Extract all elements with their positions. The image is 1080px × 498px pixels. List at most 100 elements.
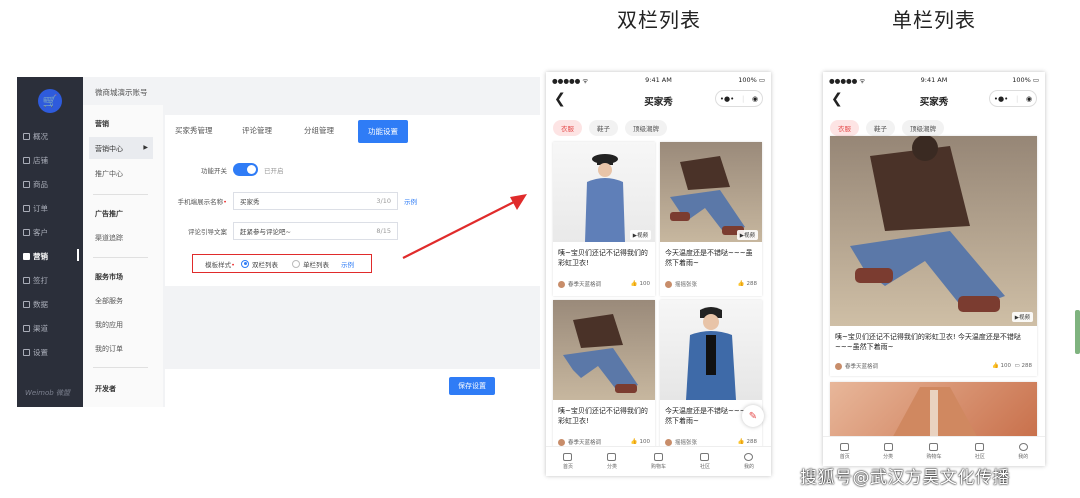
more-icon[interactable]: •●•: [720, 95, 734, 103]
chip-shoes[interactable]: 鞋子: [589, 120, 618, 136]
category-chips: 衣服 鞋子 顶级潮牌: [830, 120, 944, 136]
phone-single-column: ●●●●● ᯤ 9:41 AM 100% ▭ ❮ 买家秀 •●• | ◉ 衣服 鞋子…: [823, 72, 1045, 466]
settings-icon: [23, 349, 30, 356]
like-count[interactable]: 👍 288: [738, 281, 757, 287]
subnav-my-apps[interactable]: 我的应用: [95, 320, 123, 330]
nav-item-sign[interactable]: 签打: [23, 275, 48, 286]
post-card[interactable]: ▶视频 咦~宝贝们还记不记得我们的彩虹卫衣! 今天温度还是不错哒~~~虽然下着雨…: [830, 136, 1037, 376]
category-icon: [607, 453, 617, 461]
comment-count[interactable]: ▭ 288: [1015, 363, 1032, 369]
post-stats: 👍 100 ▭ 288: [992, 363, 1032, 369]
user-icon: [1018, 443, 1028, 451]
tab-mine[interactable]: 我的: [744, 453, 754, 470]
post-card[interactable]: 今天温度还是不错哒~~~虽然下着雨~ 摇摇张张 👍 288: [660, 300, 762, 450]
subnav-ad-track[interactable]: 渠道追踪: [95, 233, 123, 243]
order-icon: [23, 205, 30, 212]
more-icon[interactable]: •●•: [994, 95, 1008, 103]
template-row: 模板样式• 双栏列表 单栏列表 示例: [183, 254, 354, 273]
guide-row: 评论引导文案 赶紧参与评论吧~ 8/15: [165, 222, 398, 240]
tab-category[interactable]: 分类: [883, 443, 893, 460]
nav-item-orders[interactable]: 订单: [23, 203, 48, 214]
channel-icon: [23, 325, 30, 332]
subnav-my-orders[interactable]: 我的订单: [95, 344, 123, 354]
tab-comment-manage[interactable]: 评论管理: [242, 125, 272, 136]
sign-icon: [23, 277, 30, 284]
nav-item-data[interactable]: 数据: [23, 299, 48, 310]
tab-home[interactable]: 首页: [840, 443, 850, 460]
like-count[interactable]: 👍 100: [992, 363, 1011, 369]
nav-item-marketing[interactable]: 营销: [23, 251, 48, 262]
video-tag: ▶视频: [1011, 312, 1033, 322]
subnav-group-dev: 开发者: [95, 385, 116, 393]
feature-toggle[interactable]: [233, 163, 258, 176]
post-image: [660, 142, 762, 242]
guide-label: 评论引导文案: [188, 228, 227, 236]
tab-home[interactable]: 首页: [563, 453, 573, 470]
chip-top-brands[interactable]: 顶级潮牌: [902, 120, 944, 136]
tab-group-manage[interactable]: 分组管理: [304, 125, 334, 136]
tab-feature-settings[interactable]: 功能设置: [358, 120, 408, 143]
avatar: [558, 281, 565, 288]
chip-clothes[interactable]: 衣服: [830, 120, 859, 136]
tab-community[interactable]: 社区: [975, 443, 985, 460]
tab-cart[interactable]: 购物车: [651, 453, 666, 470]
radio-checked-icon: [241, 259, 249, 268]
close-target-icon[interactable]: ◉: [752, 95, 758, 103]
tab-category[interactable]: 分类: [607, 453, 617, 470]
tab-community[interactable]: 社区: [700, 453, 710, 470]
edit-post-button[interactable]: ✎: [742, 405, 764, 427]
guide-text-input[interactable]: 赶紧参与评论吧~ 8/15: [233, 222, 398, 240]
community-icon: [975, 443, 985, 451]
post-text: 咦~宝贝们还记不记得我们的彩虹卫衣!: [558, 249, 648, 267]
post-card[interactable]: ▶视频 咦~宝贝们还记不记得我们的彩虹卫衣! 春季天蓝格调 👍 100: [553, 142, 655, 296]
nav-item-overview[interactable]: 概况: [23, 131, 48, 142]
mini-program-capsule: •●• | ◉: [989, 90, 1037, 107]
radio-unchecked-icon: [292, 259, 300, 268]
template-example-link[interactable]: 示例: [341, 259, 354, 269]
nav-item-settings[interactable]: 设置: [23, 347, 48, 358]
save-settings-button[interactable]: 保存设置: [449, 377, 495, 395]
chip-clothes[interactable]: 衣服: [553, 120, 582, 136]
subnav-divider: [93, 367, 148, 368]
edge-scroll-handle: [1075, 310, 1080, 354]
avatar: [665, 281, 672, 288]
avatar: [835, 363, 842, 370]
active-nav-indicator: [77, 249, 79, 261]
display-name-input[interactable]: 买家秀 3/10: [233, 192, 398, 210]
radio-single-column[interactable]: 单栏列表: [292, 259, 329, 269]
thumb-icon: 👍: [630, 281, 638, 287]
battery-icon: 100% ▭: [1012, 76, 1039, 84]
tab-buyer-show-manage[interactable]: 买家秀管理: [175, 125, 213, 136]
subnav-promo-center[interactable]: 推广中心: [95, 169, 123, 179]
like-count[interactable]: 👍 288: [738, 439, 757, 445]
bottom-tabbar: 首页 分类 购物车 社区 我的: [546, 446, 771, 476]
close-target-icon[interactable]: ◉: [1026, 95, 1032, 103]
marketing-icon: [23, 253, 30, 260]
post-card[interactable]: ▶视频 今天温度还是不错哒~~~虽然下着雨~ 摇摇张张 👍 288: [660, 142, 762, 296]
chip-shoes[interactable]: 鞋子: [866, 120, 895, 136]
chip-top-brands[interactable]: 顶级潮牌: [625, 120, 667, 136]
like-count[interactable]: 👍 100: [631, 281, 650, 287]
tab-cart[interactable]: 购物车: [926, 443, 941, 460]
tab-mine[interactable]: 我的: [1018, 443, 1028, 460]
nav-item-channel[interactable]: 渠道: [23, 323, 48, 334]
post-meta: 春季天蓝格调 👍 100: [558, 438, 650, 446]
thumb-icon: 👍: [630, 439, 638, 445]
nav-item-goods[interactable]: 商品: [23, 179, 48, 190]
like-count[interactable]: 👍 100: [631, 439, 650, 445]
radio-double-column[interactable]: 双栏列表: [241, 259, 278, 269]
post-image: [553, 142, 655, 242]
post-card[interactable]: [830, 382, 1037, 442]
double-column-heading: 双栏列表: [617, 8, 701, 32]
post-user: 春季天蓝格调: [558, 438, 601, 446]
battery-icon: 100% ▭: [738, 76, 765, 84]
name-label: 手机端展示名称•: [177, 198, 227, 206]
subnav-marketing-center[interactable]: 营销中心 ▶: [89, 137, 153, 159]
goods-icon: [23, 181, 30, 188]
nav-item-customers[interactable]: 客户: [23, 227, 48, 238]
post-card[interactable]: 咦~宝贝们还记不记得我们的彩虹卫衣! 春季天蓝格调 👍 100: [553, 300, 655, 450]
nav-item-store[interactable]: 店铺: [23, 155, 48, 166]
mini-program-capsule: •●• | ◉: [715, 90, 763, 107]
subnav-all-services[interactable]: 全部服务: [95, 296, 123, 306]
status-bar: ●●●●● ᯤ 9:41 AM 100% ▭: [546, 76, 771, 86]
